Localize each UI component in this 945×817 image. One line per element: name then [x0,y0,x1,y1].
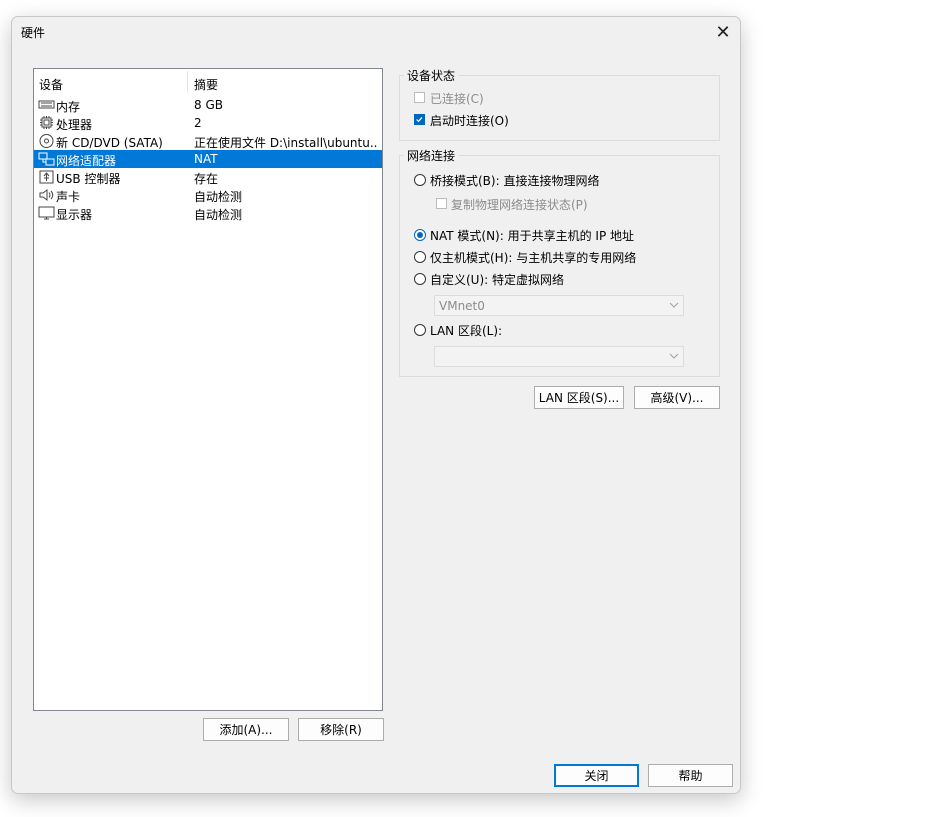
device-summary: NAT [194,152,218,166]
column-header-summary[interactable]: 摘要 [194,76,218,93]
device-list: 设备 摘要 内存 8 GB 处理器 2 新 CD/DVD (SATA) 正在使用… [33,68,383,711]
custom-network-value: VMnet0 [439,299,485,313]
connect-at-power-on-checkbox[interactable] [414,114,425,125]
device-summary: 8 GB [194,98,223,112]
lan-segment-select[interactable] [434,346,684,367]
host-only-radio[interactable] [414,251,426,263]
speaker-icon [39,189,54,201]
device-status-title: 设备状态 [404,67,459,84]
device-name: 处理器 [56,118,93,132]
remove-device-button[interactable]: 移除(R) [298,718,384,741]
lan-segments-button[interactable]: LAN 区段(S)... [534,386,624,409]
column-header-device[interactable]: 设备 [39,76,63,93]
network-connection-group: 网络连接 桥接模式(B): 直接连接物理网络 复制物理网络连接状态(P) NAT… [399,147,720,377]
custom-label: 自定义(U): 特定虚拟网络 [430,273,565,287]
add-device-button[interactable]: 添加(A)... [203,718,289,741]
replicate-state-label: 复制物理网络连接状态(P) [451,198,588,212]
advanced-button[interactable]: 高级(V)... [634,386,720,409]
bridged-label: 桥接模式(B): 直接连接物理网络 [430,174,600,188]
device-name: USB 控制器 [56,172,121,186]
device-row-network-adapter[interactable]: 网络适配器 NAT [34,150,382,168]
close-icon[interactable]: ✕ [710,20,736,46]
chevron-down-icon [669,353,679,359]
connected-checkbox[interactable] [414,92,425,103]
device-summary: 自动检测 [194,208,243,222]
device-name: 显示器 [56,208,93,222]
lan-segment-radio[interactable] [414,324,426,336]
custom-radio[interactable] [414,273,426,285]
title-bar: 硬件 ✕ [12,17,740,55]
device-row-memory[interactable]: 内存 8 GB [34,96,382,114]
device-summary: 存在 [194,172,219,186]
processor-icon [40,116,53,129]
host-only-label: 仅主机模式(H): 与主机共享的专用网络 [430,251,637,265]
connected-label: 已连接(C) [430,92,484,106]
monitor-icon [38,206,55,220]
usb-icon [39,170,54,184]
connect-at-power-on-label: 启动时连接(O) [430,114,509,128]
help-button[interactable]: 帮助 [648,764,733,787]
nat-radio[interactable] [414,229,426,241]
lan-segment-label: LAN 区段(L): [430,324,503,338]
device-row-processor[interactable]: 处理器 2 [34,114,382,132]
device-name: 内存 [56,100,81,114]
list-header: 设备 摘要 [34,69,382,95]
dialog-title: 硬件 [21,26,46,40]
device-summary: 2 [194,116,202,130]
device-row-cd-dvd[interactable]: 新 CD/DVD (SATA) 正在使用文件 D:\install\ubuntu… [34,132,382,150]
device-name: 声卡 [56,190,81,204]
device-name: 网络适配器 [56,154,117,168]
chevron-down-icon [669,302,679,308]
device-name: 新 CD/DVD (SATA) [56,136,163,150]
device-row-usb[interactable]: USB 控制器 存在 [34,168,382,186]
custom-network-select[interactable]: VMnet0 [434,295,684,316]
network-adapter-icon [38,152,55,166]
cd-dvd-icon [39,134,54,148]
checkmark-icon [416,117,423,123]
device-summary: 正在使用文件 D:\install\ubuntu... [194,136,378,150]
device-status-group: 设备状态 已连接(C) 启动时连接(O) [399,67,720,141]
device-row-sound-card[interactable]: 声卡 自动检测 [34,186,382,204]
bridged-radio[interactable] [414,174,426,186]
memory-icon [38,100,55,109]
dialog-content: 设备 摘要 内存 8 GB 处理器 2 新 CD/DVD (SATA) 正在使用… [22,55,730,753]
device-summary: 自动检测 [194,190,243,204]
hardware-dialog: 硬件 ✕ 设备 摘要 内存 8 GB 处理器 2 新 CD/DVD (SATA)… [11,16,741,794]
column-divider[interactable] [187,71,188,93]
device-row-display[interactable]: 显示器 自动检测 [34,204,382,222]
replicate-state-checkbox[interactable] [436,198,447,209]
nat-label: NAT 模式(N): 用于共享主机的 IP 地址 [430,229,635,243]
network-connection-title: 网络连接 [404,147,459,164]
close-button[interactable]: 关闭 [554,764,639,787]
